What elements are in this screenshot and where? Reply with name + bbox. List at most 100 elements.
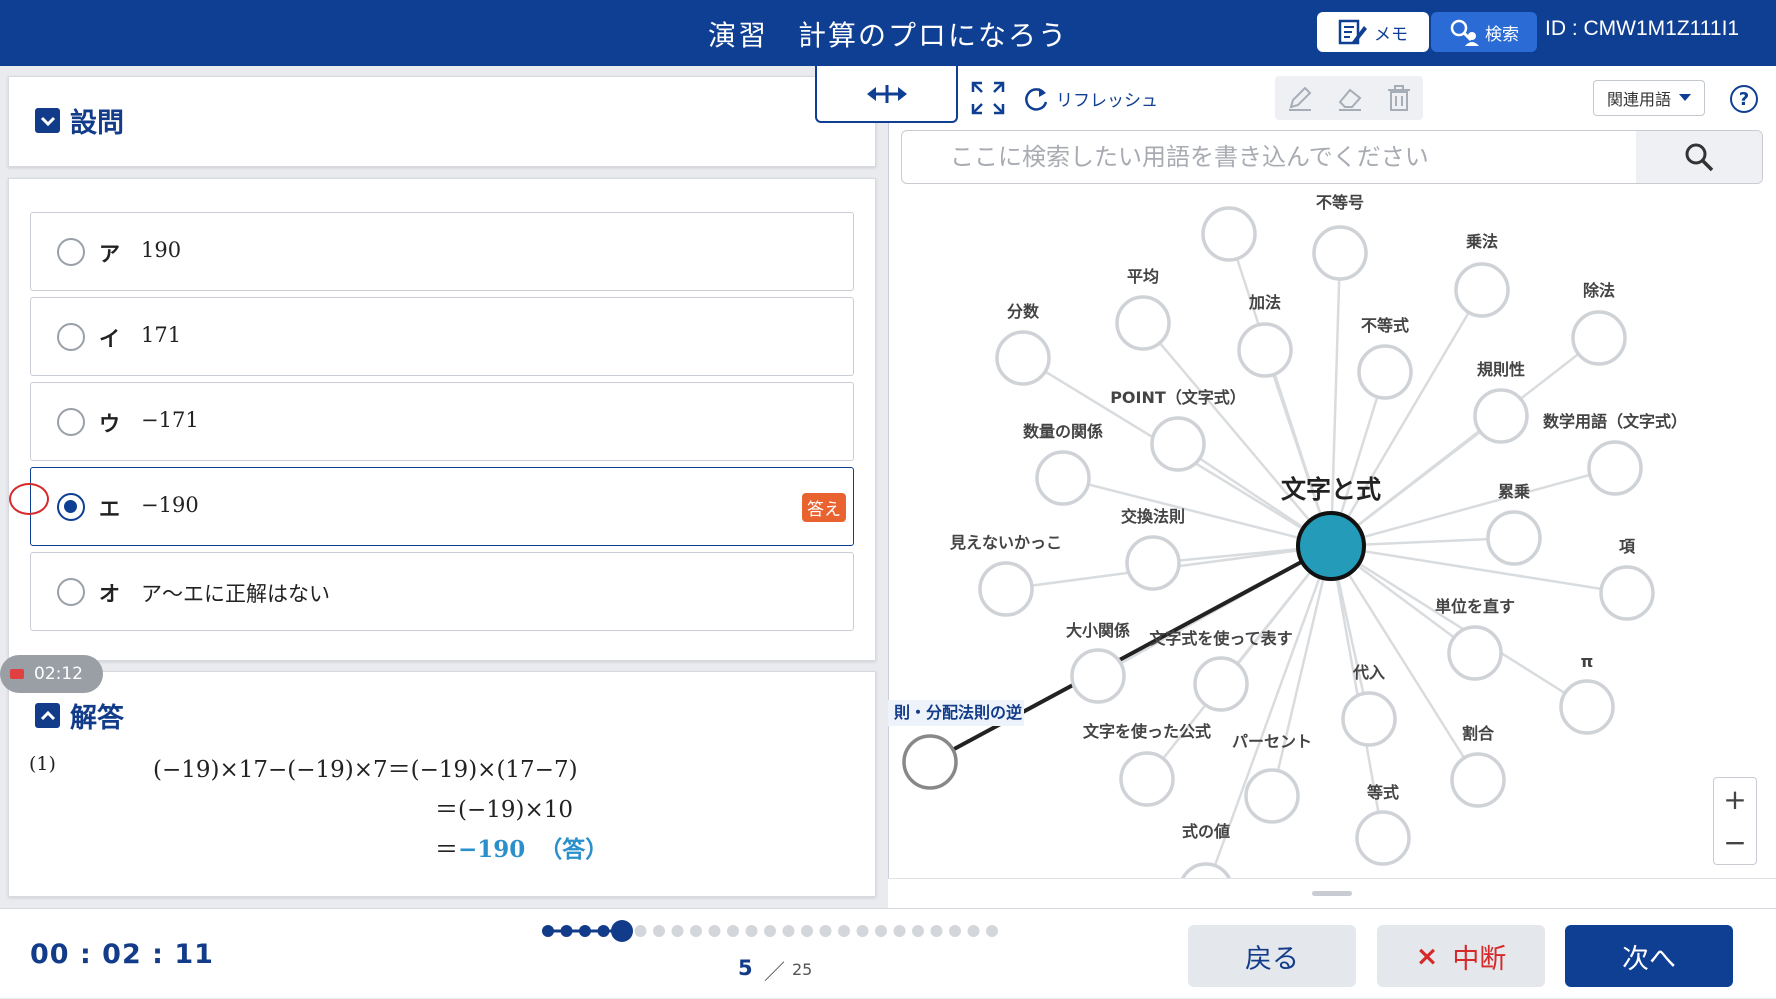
next-button[interactable]: 次へ	[1565, 925, 1733, 987]
graph-node-label[interactable]: 除法	[1583, 281, 1615, 300]
search-toggle-button[interactable]: 検索	[1431, 12, 1537, 52]
expand-icon[interactable]	[970, 80, 1006, 116]
question-section-toggle[interactable]: 設問	[35, 101, 124, 140]
graph-node-label[interactable]: 文字式を使って表す	[1149, 629, 1292, 648]
graph-node[interactable]	[1119, 751, 1175, 807]
refresh-label[interactable]: リフレッシュ	[1056, 86, 1158, 111]
graph-node-label[interactable]: 不等式	[1361, 316, 1409, 335]
graph-node-label[interactable]: 数学用語（文字式）	[1543, 412, 1687, 431]
term-network-graph[interactable]: 減法不等号乗法除法平均加法分数不等式規則性POINT（文字式）数学用語（文字式）…	[888, 190, 1776, 878]
progress-dot	[579, 925, 591, 937]
pencil-icon[interactable]	[1286, 84, 1314, 112]
answer-section-toggle[interactable]: 解答	[35, 696, 124, 735]
graph-drawer-handle[interactable]	[888, 878, 1776, 908]
graph-node[interactable]	[1473, 388, 1529, 444]
option-i[interactable]: イ 171	[30, 297, 854, 376]
term-search-input[interactable]	[902, 131, 1636, 183]
recording-time: 02:12	[34, 664, 83, 684]
memo-button[interactable]: メモ	[1317, 12, 1429, 52]
graph-node[interactable]	[1035, 450, 1091, 506]
graph-node[interactable]	[1125, 535, 1181, 591]
search-icon	[1685, 143, 1714, 172]
option-o[interactable]: オ ア～エに正解はない	[30, 552, 854, 631]
radio-button[interactable]	[57, 323, 85, 351]
radio-button[interactable]	[57, 408, 85, 436]
graph-node[interactable]	[1180, 862, 1232, 878]
panel-resize-handle[interactable]	[815, 66, 958, 123]
term-search-button[interactable]	[1636, 131, 1762, 183]
graph-node-label[interactable]: パーセント	[1232, 732, 1312, 751]
zoom-in-button[interactable]: +	[1723, 783, 1746, 816]
next-label: 次へ	[1622, 943, 1676, 975]
eraser-icon[interactable]	[1336, 84, 1364, 112]
graph-node-label[interactable]: 分数	[1007, 302, 1040, 321]
option-e[interactable]: エ −190 答え	[30, 467, 854, 546]
progress-dot	[708, 925, 721, 937]
graph-node-label[interactable]: 代入	[1352, 663, 1385, 682]
graph-node[interactable]	[1559, 679, 1615, 735]
graph-node[interactable]	[1193, 656, 1249, 712]
graph-node-label[interactable]: 文字を使った公式	[1083, 722, 1211, 741]
graph-center-node[interactable]	[1296, 511, 1366, 581]
graph-node[interactable]	[1599, 565, 1655, 621]
graph-node[interactable]	[1587, 440, 1643, 496]
term-search-box	[901, 130, 1763, 184]
graph-node-label[interactable]: 規則性	[1477, 360, 1525, 379]
graph-node[interactable]	[902, 734, 958, 790]
graph-node[interactable]	[1341, 691, 1397, 747]
progress-dot	[671, 925, 684, 937]
graph-node-label[interactable]: 等式	[1366, 783, 1399, 802]
graph-node-label[interactable]: 不等号	[1316, 193, 1364, 212]
graph-node-label[interactable]: 見えないかっこ	[949, 533, 1062, 552]
graph-edge	[1330, 544, 1588, 709]
option-a[interactable]: ア 190	[30, 212, 854, 291]
option-value: −171	[141, 408, 199, 432]
graph-node[interactable]	[1450, 752, 1506, 808]
graph-node-label[interactable]: 加法	[1248, 293, 1281, 312]
graph-node[interactable]	[1150, 416, 1206, 472]
graph-node-label[interactable]: 単位を直す	[1435, 597, 1515, 616]
graph-node[interactable]	[1070, 648, 1126, 704]
graph-node[interactable]	[1237, 322, 1293, 378]
graph-node[interactable]	[1355, 810, 1411, 866]
option-u[interactable]: ウ −171	[30, 382, 854, 461]
zoom-out-button[interactable]: −	[1723, 826, 1746, 859]
trash-icon[interactable]	[1386, 84, 1412, 112]
back-button[interactable]: 戻る	[1188, 925, 1356, 987]
graph-node-label[interactable]: POINT（文字式）	[1110, 388, 1246, 407]
graph-node-label[interactable]: 平均	[1127, 267, 1159, 286]
progress-dot	[856, 925, 869, 937]
graph-node[interactable]	[978, 561, 1034, 617]
graph-node-label[interactable]: 交換法則	[1121, 507, 1185, 526]
refresh-icon[interactable]	[1022, 84, 1050, 114]
radio-button-selected[interactable]	[57, 493, 85, 521]
graph-node[interactable]	[1447, 625, 1503, 681]
radio-button[interactable]	[57, 578, 85, 606]
progress-dot	[690, 925, 702, 937]
search-toggle-label: 検索	[1485, 24, 1519, 45]
graph-node-label[interactable]: π	[1581, 652, 1594, 671]
graph-node-label[interactable]: 乗法	[1466, 232, 1498, 251]
graph-node-label[interactable]: 数量の関係	[1023, 422, 1103, 441]
graph-node-label[interactable]: 項	[1619, 537, 1636, 556]
related-terms-dropdown[interactable]: 関連用語	[1593, 80, 1705, 116]
graph-node-label[interactable]: 大小関係	[1066, 621, 1130, 640]
pause-button[interactable]: × 中断	[1377, 925, 1545, 987]
help-icon[interactable]: ?	[1730, 85, 1758, 113]
graph-node[interactable]	[1454, 262, 1510, 318]
graph-node[interactable]	[995, 330, 1051, 386]
graph-node-label[interactable]: 割合	[1462, 724, 1495, 743]
graph-node[interactable]	[1201, 206, 1257, 262]
graph-node-label[interactable]: 則・分配法則の逆	[894, 703, 1022, 722]
progress-dot	[542, 925, 554, 937]
radio-button[interactable]	[57, 238, 85, 266]
progress-dot	[727, 925, 739, 937]
graph-node[interactable]	[1244, 768, 1300, 824]
graph-node[interactable]	[1357, 344, 1413, 400]
graph-node-label[interactable]: 式の値	[1182, 822, 1230, 841]
graph-node[interactable]	[1312, 225, 1368, 281]
graph-node[interactable]	[1486, 510, 1542, 566]
graph-node[interactable]	[1115, 295, 1171, 351]
graph-node-label[interactable]: 累乗	[1498, 482, 1530, 501]
graph-node[interactable]	[1571, 310, 1627, 366]
